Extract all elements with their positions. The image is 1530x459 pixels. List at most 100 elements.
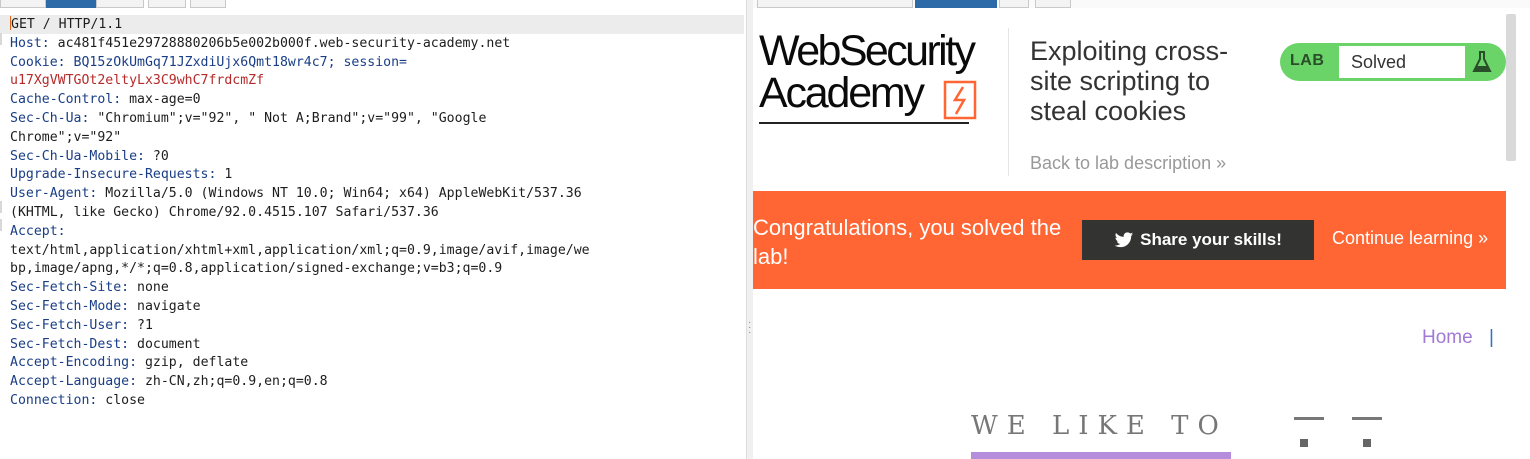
header-value: ?1	[129, 317, 153, 333]
request-line[interactable]: Sec-Fetch-Site: none	[10, 279, 746, 298]
header-value: Chrome";v="92"	[10, 129, 122, 145]
header-value: bp,image/apng,*/*;q=0.8,application/sign…	[10, 261, 503, 277]
request-line[interactable]: Cookie: BQ15zOkUmGq71JZxdiUjx6Qmt18wr4c7…	[10, 54, 746, 73]
header-name: Sec-Fetch-Dest:	[10, 336, 130, 352]
render-pane: WebSecurity Academy Exploiting cross-sit…	[753, 0, 1530, 459]
render-tab-1[interactable]	[757, 0, 913, 8]
header-value: zh-CN,zh;q=0.9,en;q=0.8	[137, 374, 328, 390]
header-value: "Chromium";v="92", " Not A;Brand";v="99"…	[89, 110, 487, 126]
share-button-label: Share your skills!	[1140, 230, 1282, 249]
request-line[interactable]: Accept:	[10, 223, 746, 242]
request-line[interactable]: Accept-Language: zh-CN,zh;q=0.9,en;q=0.8	[10, 373, 746, 392]
tab-stub-4[interactable]	[148, 0, 186, 8]
header-name: Upgrade-Insecure-Requests:	[10, 167, 217, 183]
gutter-marker	[0, 219, 2, 231]
header-name: Sec-Fetch-Mode:	[10, 298, 130, 314]
request-line[interactable]: Sec-Fetch-Mode: navigate	[10, 298, 746, 317]
header-value: none	[129, 280, 169, 296]
home-nav-link[interactable]: Home	[1422, 327, 1473, 349]
render-tab-3[interactable]	[999, 0, 1029, 8]
hero-blog-word	[971, 452, 1231, 459]
request-line[interactable]: Upgrade-Insecure-Requests: 1	[10, 166, 746, 185]
lab-status-badge: LAB Solved	[1280, 43, 1506, 81]
header-value: document	[129, 336, 201, 352]
request-line[interactable]: Sec-Ch-Ua-Mobile: ?0	[10, 148, 746, 167]
header-name: User-Agent:	[10, 186, 98, 202]
header-name: Cache-Control:	[10, 92, 122, 108]
request-line[interactable]: GET / HTTP/1.1	[10, 16, 746, 35]
solved-banner: Congratulations, you solved the lab! Sha…	[753, 191, 1506, 289]
request-line[interactable]: (KHTML, like Gecko) Chrome/92.0.4515.107…	[10, 204, 746, 223]
request-line[interactable]: text/html,application/xhtml+xml,applicat…	[10, 242, 746, 261]
lab-badge-label: LAB	[1290, 52, 1325, 69]
tab-stub-active[interactable]	[46, 0, 96, 8]
request-editor-pane[interactable]: GET / HTTP/1.1 Host: ac481f451e2972888020…	[0, 0, 746, 459]
share-skills-button[interactable]: Share your skills!	[1082, 220, 1314, 260]
header-name: Sec-Ch-Ua:	[10, 110, 90, 126]
header-name: Sec-Ch-Ua-Mobile:	[10, 148, 145, 164]
hero-decoration	[1300, 439, 1308, 447]
request-line[interactable]: Accept-Encoding: gzip, deflate	[10, 354, 746, 373]
render-tab-active[interactable]	[915, 0, 997, 8]
lab-badge-status: Solved	[1339, 46, 1465, 78]
header-value: text/html,application/xhtml+xml,applicat…	[10, 242, 590, 258]
request-line[interactable]: Cache-Control: max-age=0	[10, 91, 746, 110]
request-line[interactable]: Host: ac481f451e29728880206b5e002b000f.w…	[10, 35, 746, 54]
gutter-marker	[0, 33, 2, 45]
header-value: gzip, deflate	[137, 355, 249, 371]
header-value: ?0	[144, 148, 169, 164]
request-line[interactable]: User-Agent: Mozilla/5.0 (Windows NT 10.0…	[10, 185, 746, 204]
request-line[interactable]: Sec-Ch-Ua: "Chromium";v="92", " Not A;Br…	[10, 110, 746, 129]
header-name: Sec-Fetch-User:	[10, 317, 130, 333]
render-toolbar	[753, 0, 1530, 8]
logo-text-line2: Academy	[759, 69, 925, 117]
request-line[interactable]: Chrome";v="92"	[10, 129, 746, 148]
hero-decoration	[1294, 417, 1324, 420]
logo-underline	[759, 122, 969, 124]
hero-decoration	[1352, 417, 1382, 420]
request-text[interactable]: GET / HTTP/1.1 Host: ac481f451e2972888020…	[10, 16, 746, 411]
scrollbar[interactable]	[1506, 14, 1516, 161]
tab-stub-3[interactable]	[96, 0, 144, 8]
header-value: Mozilla/5.0 (Windows NT 10.0; Win64; x64…	[97, 186, 582, 202]
lab-title: Exploiting cross-site scripting to steal…	[1030, 36, 1229, 126]
request-line[interactable]: Sec-Fetch-User: ?1	[10, 317, 746, 336]
header-value: 1	[216, 167, 233, 183]
splitter-grip-icon[interactable]: · · ·	[748, 318, 751, 338]
gutter-marker	[0, 201, 2, 213]
header-value: navigate	[129, 298, 201, 314]
nav-separator: |	[1489, 327, 1494, 348]
back-to-description-link[interactable]: Back to lab description »	[1030, 153, 1226, 174]
tab-stub-1[interactable]	[0, 0, 46, 8]
header-value: max-age=0	[121, 92, 201, 108]
hero-decoration	[1363, 439, 1371, 447]
web-security-academy-logo[interactable]: WebSecurity Academy	[757, 28, 1007, 128]
header-name: Accept:	[10, 223, 66, 239]
tab-stub-5[interactable]	[190, 0, 226, 8]
header-value: u17XgVWTGOt2eltyLx3C9whC7frdcmZf	[10, 73, 265, 89]
request-line[interactable]: bp,image/apng,*/*;q=0.8,application/sign…	[10, 260, 746, 279]
header-name: Sec-Fetch-Site:	[10, 280, 130, 296]
header-value: close	[97, 392, 145, 408]
header-value: (KHTML, like Gecko) Chrome/92.0.4515.107…	[10, 204, 439, 220]
request-line-start: GET / HTTP/1.1	[11, 17, 123, 32]
lightning-bolt-icon	[943, 80, 977, 120]
congratulations-message: Congratulations, you solved the lab!	[753, 215, 1062, 269]
header-divider	[1008, 28, 1009, 176]
continue-learning-link[interactable]: Continue learning »	[1332, 228, 1488, 249]
header-name: Accept-Language:	[10, 374, 138, 390]
header-name: Accept-Encoding:	[10, 355, 138, 371]
flask-icon	[1472, 51, 1492, 72]
request-line[interactable]: Sec-Fetch-Dest: document	[10, 336, 746, 355]
header-name: Cookie:	[10, 54, 66, 70]
twitter-icon	[1114, 232, 1134, 248]
render-tab-4[interactable]	[1035, 0, 1071, 8]
header-value: BQ15zOkUmGq71JZxdiUjx6Qmt18wr4c7; sessio…	[65, 54, 407, 70]
logo-text-line1: WebSecurity	[759, 27, 976, 75]
header-value: ac481f451e29728880206b5e002b000f.web-sec…	[49, 35, 511, 51]
header-name: Connection:	[10, 392, 98, 408]
blog-hero-heading: WE LIKE TO	[971, 411, 1228, 441]
request-line[interactable]: u17XgVWTGOt2eltyLx3C9whC7frdcmZf	[10, 72, 746, 91]
request-line[interactable]: Connection: close	[10, 392, 746, 411]
header-name: Host:	[10, 35, 50, 51]
